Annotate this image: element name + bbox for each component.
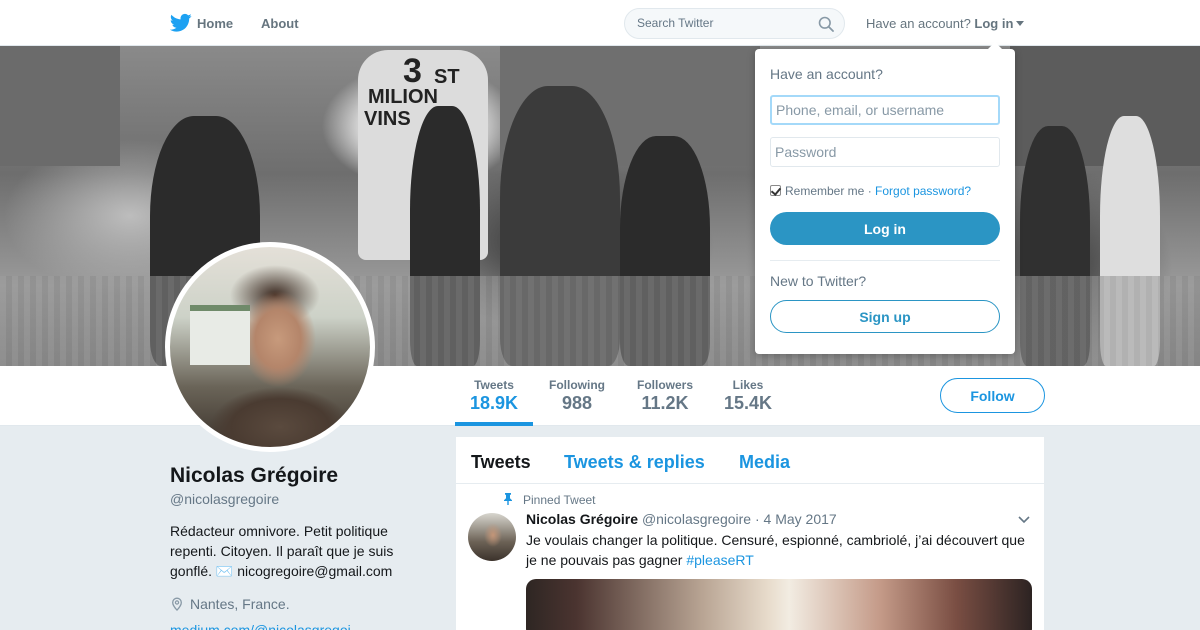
pinned-tweet-label: Pinned Tweet — [503, 493, 596, 507]
location-pin-icon — [172, 597, 182, 611]
search-icon[interactable] — [818, 16, 834, 32]
remember-me-checkbox[interactable] — [770, 185, 781, 196]
profile-handle[interactable]: @nicolasgregoire — [170, 491, 279, 507]
twitter-bird-icon[interactable] — [170, 13, 192, 33]
tweet-text: Je voulais changer la politique. Censuré… — [526, 530, 1031, 570]
profile-name[interactable]: Nicolas Grégoire — [170, 464, 338, 488]
avatar-background-bus — [190, 305, 250, 365]
stat-following[interactable]: Following 988 — [546, 378, 608, 414]
stat-value: 11.2K — [641, 393, 689, 413]
timeline: Tweets Tweets & replies Media Pinned Twe… — [456, 437, 1044, 630]
pinned-text: Pinned Tweet — [523, 493, 596, 507]
pin-icon — [504, 493, 512, 505]
stat-value: 15.4K — [723, 393, 773, 413]
sign-text-line3: VINS — [364, 108, 411, 130]
tweet-author-name[interactable]: Nicolas Grégoire — [526, 511, 638, 527]
login-menu-toggle[interactable]: Log in — [974, 16, 1025, 31]
profile-bio: Rédacteur omnivore. Petit politique repe… — [170, 523, 394, 579]
top-navigation-bar: Home About Have an account? Log in — [0, 0, 1200, 46]
remember-me-label[interactable]: Remember me — [785, 184, 864, 198]
login-dropdown-title: Have an account? — [770, 66, 883, 82]
tweet-author-handle[interactable]: @nicolasgregoire — [642, 511, 751, 527]
location-text: Nantes, France. — [190, 596, 290, 612]
separator-dot: · — [867, 184, 872, 198]
follow-button[interactable]: Follow — [940, 378, 1045, 413]
stat-likes[interactable]: Likes 15.4K — [722, 378, 774, 414]
profile-avatar[interactable] — [165, 242, 375, 452]
tweet-media-image[interactable] — [526, 579, 1032, 630]
nav-home-link[interactable]: Home — [197, 16, 233, 31]
profile-website-link[interactable]: medium.com/@nicolasgregoi... — [170, 622, 362, 630]
account-menu: Have an account? Log in — [866, 16, 1025, 31]
login-dropdown: Have an account? Remember me · Forgot pa… — [755, 42, 1015, 354]
stat-label: Tweets — [474, 378, 514, 392]
nav-about-link[interactable]: About — [261, 16, 299, 31]
login-button[interactable]: Log in — [770, 212, 1000, 245]
tab-tweets[interactable]: Tweets — [471, 452, 531, 473]
dropdown-arrow — [987, 42, 1003, 50]
caret-down-icon[interactable] — [1016, 21, 1025, 26]
tweet-body: Je voulais changer la politique. Censuré… — [526, 532, 1025, 568]
tweet-hashtag[interactable]: #pleaseRT — [686, 552, 753, 568]
tweet-author-avatar[interactable] — [468, 513, 516, 561]
new-to-twitter-label: New to Twitter? — [770, 273, 867, 289]
password-field[interactable] — [770, 137, 1000, 167]
signup-button[interactable]: Sign up — [770, 300, 1000, 333]
tweet-header: Nicolas Grégoire @nicolasgregoire · 4 Ma… — [526, 511, 837, 527]
stat-tweets[interactable]: Tweets 18.9K — [470, 378, 518, 414]
stat-followers[interactable]: Followers 11.2K — [634, 378, 696, 414]
login-menu-label[interactable]: Log in — [974, 16, 1013, 31]
search-box[interactable] — [624, 8, 845, 39]
dropdown-divider — [770, 260, 1000, 261]
chevron-down-icon[interactable] — [1018, 516, 1030, 524]
active-stat-underline — [455, 422, 533, 426]
forgot-password-link[interactable]: Forgot password? — [875, 184, 971, 198]
tab-tweets-and-replies[interactable]: Tweets & replies — [564, 452, 705, 473]
profile-location: Nantes, France. — [170, 596, 290, 612]
remember-me-row: Remember me · Forgot password? — [770, 184, 971, 198]
have-account-label: Have an account? — [866, 16, 971, 31]
stat-label: Likes — [732, 378, 764, 392]
timeline-tabs: Tweets Tweets & replies Media — [456, 437, 1044, 484]
stat-label: Following — [549, 378, 605, 392]
username-field[interactable] — [770, 95, 1000, 125]
stat-label: Followers — [636, 378, 693, 392]
banner-building-left — [0, 46, 120, 166]
tab-media[interactable]: Media — [739, 452, 790, 473]
stat-value: 988 — [561, 393, 593, 413]
stat-value: 18.9K — [470, 393, 519, 413]
search-input[interactable] — [637, 16, 807, 30]
sign-text-line2: MILION — [368, 86, 438, 108]
tweet-date[interactable]: · 4 May 2017 — [755, 511, 837, 527]
